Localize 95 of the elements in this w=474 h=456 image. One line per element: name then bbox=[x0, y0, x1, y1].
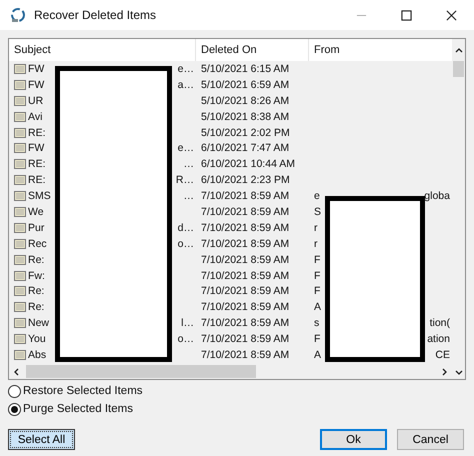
message-icon bbox=[14, 222, 26, 233]
date-text: 6/10/2021 10:44 AM bbox=[201, 158, 295, 170]
horizontal-scrollbar[interactable] bbox=[9, 364, 452, 379]
date-text: 7/10/2021 8:59 AM bbox=[201, 317, 290, 330]
subject-text: a… bbox=[178, 78, 195, 91]
cancel-button[interactable]: Cancel bbox=[397, 429, 464, 450]
radio-button[interactable] bbox=[8, 402, 21, 416]
date-text: 7/10/2021 8:59 AM bbox=[201, 254, 290, 266]
sender-text: r bbox=[314, 222, 318, 234]
scroll-thumb[interactable] bbox=[26, 365, 256, 378]
message-icon bbox=[14, 175, 26, 186]
subject-text: Pur bbox=[28, 222, 44, 234]
subject-text: Fw: bbox=[28, 270, 45, 282]
radio-button[interactable] bbox=[8, 384, 21, 398]
subject-text: Re: bbox=[28, 301, 44, 314]
date-text: 5/10/2021 8:26 AM bbox=[201, 94, 290, 107]
subject-text: Rec bbox=[28, 238, 47, 250]
date-text: 7/10/2021 8:59 AM bbox=[201, 238, 290, 250]
sender-text: r bbox=[314, 238, 318, 250]
subject-text: Avi bbox=[28, 110, 42, 123]
subject-text: New bbox=[28, 317, 50, 330]
subject-text: … bbox=[184, 158, 195, 170]
select-all-button[interactable]: Select All bbox=[8, 429, 75, 450]
message-icon bbox=[14, 96, 26, 106]
ok-button[interactable]: Ok bbox=[320, 429, 387, 450]
subject-text: o… bbox=[178, 333, 195, 346]
vertical-scrollbar[interactable] bbox=[452, 39, 465, 379]
sender-text: F bbox=[314, 285, 320, 298]
sender-text: tion( bbox=[430, 317, 451, 330]
message-icon bbox=[14, 143, 26, 154]
date-text: 6/10/2021 7:47 AM bbox=[201, 142, 290, 154]
sender-text: A bbox=[314, 301, 322, 314]
date-text: 5/10/2021 6:15 AM bbox=[201, 62, 290, 75]
subject-text: Re: bbox=[28, 254, 44, 266]
subject-text: FW bbox=[28, 78, 44, 91]
subject-text: SMS bbox=[28, 190, 51, 202]
message-icon bbox=[14, 128, 26, 138]
subject-text: R… bbox=[176, 174, 195, 186]
message-icon bbox=[14, 64, 26, 74]
subject-text: You bbox=[28, 333, 46, 346]
sender-text: F bbox=[314, 254, 320, 266]
message-icon bbox=[14, 191, 26, 202]
sender-text: ation bbox=[427, 333, 451, 346]
date-text: 7/10/2021 8:59 AM bbox=[201, 348, 290, 361]
sender-text: F bbox=[314, 270, 320, 282]
message-icon bbox=[14, 112, 26, 122]
subject-text: RE: bbox=[28, 126, 46, 138]
date-text: 7/10/2021 8:59 AM bbox=[201, 285, 290, 298]
message-icon bbox=[14, 334, 26, 344]
message-icon bbox=[14, 350, 26, 360]
subject-text: FW bbox=[28, 142, 44, 154]
date-text: 7/10/2021 8:59 AM bbox=[201, 270, 290, 282]
date-text: 5/10/2021 8:38 AM bbox=[201, 110, 290, 123]
date-text: 7/10/2021 8:59 AM bbox=[201, 301, 290, 314]
sender-text: A bbox=[314, 348, 322, 361]
subject-text: o… bbox=[178, 238, 195, 250]
subject-text: Abs bbox=[28, 348, 46, 361]
date-text: 7/10/2021 8:59 AM bbox=[201, 190, 290, 202]
message-icon bbox=[14, 206, 26, 217]
date-text: 7/10/2021 8:59 AM bbox=[201, 206, 290, 218]
window-title: Recover Deleted Items bbox=[34, 8, 156, 22]
subject-text: We bbox=[28, 206, 44, 218]
subject-text: RE: bbox=[28, 158, 46, 170]
sender-text: s bbox=[314, 317, 320, 330]
subject-text: d… bbox=[178, 222, 195, 234]
subject-text: Re: bbox=[28, 285, 44, 298]
radio-option[interactable]: Purge Selected Items bbox=[8, 402, 133, 416]
subject-text: e… bbox=[178, 142, 195, 154]
subject-text: e… bbox=[178, 62, 195, 75]
date-text: 5/10/2021 6:59 AM bbox=[201, 78, 290, 91]
subject-text: RE: bbox=[28, 174, 46, 186]
date-text: 7/10/2021 8:59 AM bbox=[201, 333, 290, 346]
sender-text: e bbox=[314, 190, 320, 202]
recycle-icon bbox=[10, 7, 26, 23]
message-icon bbox=[14, 302, 26, 312]
date-text: 7/10/2021 8:59 AM bbox=[201, 222, 290, 234]
subject-text: FW bbox=[28, 62, 44, 75]
date-text: 5/10/2021 2:02 PM bbox=[201, 126, 290, 138]
message-icon bbox=[14, 238, 26, 249]
message-icon bbox=[14, 318, 26, 328]
sender-text: F bbox=[314, 333, 320, 346]
date-text: 6/10/2021 2:23 PM bbox=[201, 174, 290, 186]
subject-text: l… bbox=[181, 317, 195, 330]
message-icon bbox=[14, 286, 26, 296]
message-icon bbox=[14, 159, 26, 170]
sender-text: globa bbox=[424, 190, 451, 202]
scroll-thumb[interactable] bbox=[453, 61, 464, 77]
message-icon bbox=[14, 80, 26, 90]
message-icon bbox=[14, 254, 26, 265]
subject-text: … bbox=[184, 190, 195, 202]
radio-option[interactable]: Restore Selected Items bbox=[8, 384, 143, 398]
sender-text: CE bbox=[435, 348, 451, 361]
subject-text: UR bbox=[28, 94, 44, 107]
sender-text: S bbox=[314, 206, 322, 218]
message-icon bbox=[14, 270, 26, 281]
